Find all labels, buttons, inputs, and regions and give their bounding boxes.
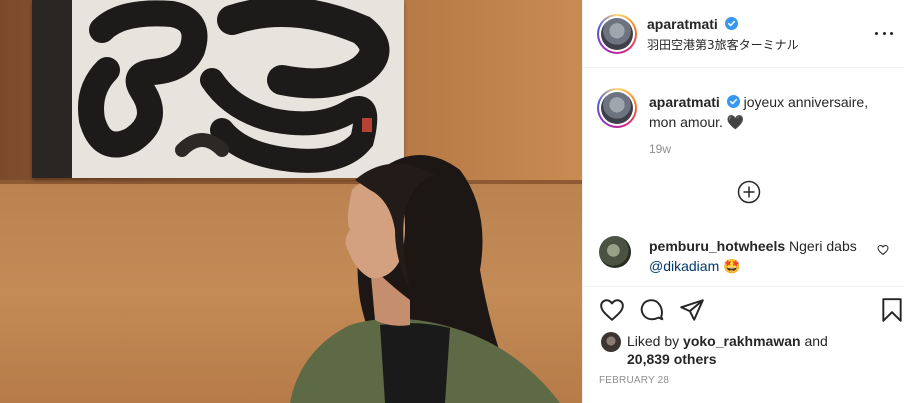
- comment-bubble-icon[interactable]: [639, 297, 665, 323]
- caption-time[interactable]: 19w: [649, 142, 671, 156]
- liker-avatar[interactable]: [601, 332, 621, 352]
- post-side-panel: aparatmati 羽田空港第3旅客ターミナル aparatmati joye…: [582, 0, 904, 403]
- post-photo[interactable]: [0, 0, 582, 403]
- verified-badge-icon: [726, 95, 740, 108]
- likes-others-count[interactable]: 20,839 others: [627, 351, 717, 367]
- likes-summary: Liked by yoko_rakhmawan and 20,839 other…: [583, 332, 904, 368]
- author-avatar[interactable]: [597, 14, 637, 54]
- post-header: aparatmati 羽田空港第3旅客ターミナル: [583, 0, 904, 68]
- instagram-post-view: aparatmati 羽田空港第3旅客ターミナル aparatmati joye…: [0, 0, 904, 403]
- post-date[interactable]: FEBRUARY 28: [599, 375, 669, 386]
- liked-by-prefix: Liked by: [627, 333, 680, 349]
- black-heart-emoji: 🖤: [726, 114, 745, 130]
- woman-figure: [290, 155, 560, 403]
- heart-icon[interactable]: [599, 297, 625, 323]
- likes-text: Liked by yoko_rakhmawan and 20,839 other…: [627, 332, 887, 368]
- commenter-username[interactable]: pemburu_hotwheels: [649, 238, 785, 254]
- plus-circle-icon[interactable]: [737, 180, 761, 204]
- action-bar: [583, 286, 904, 334]
- verified-badge-icon: [724, 17, 738, 30]
- author-name-row: aparatmati: [647, 16, 738, 32]
- artwork-dark-edge: [32, 0, 72, 178]
- liker-username[interactable]: yoko_rakhmawan: [683, 333, 801, 349]
- comment-text: Ngeri dabs: [789, 238, 857, 254]
- star-eyes-emoji: 🤩: [723, 258, 741, 274]
- caption-author-avatar[interactable]: [597, 88, 637, 128]
- paper-plane-icon[interactable]: [679, 297, 705, 323]
- comment-body: pemburu_hotwheels Ngeri dabs @dikadiam 🤩: [649, 236, 869, 276]
- caption-body: aparatmati joyeux anniversaire, mon amou…: [649, 92, 889, 132]
- caption-username[interactable]: aparatmati: [649, 94, 720, 110]
- more-options-icon[interactable]: [875, 24, 893, 42]
- author-username[interactable]: aparatmati: [647, 16, 718, 32]
- comment-item: pemburu_hotwheels Ngeri dabs @dikadiam 🤩: [583, 230, 904, 286]
- likes-joiner: and: [804, 333, 828, 349]
- bookmark-icon[interactable]: [879, 297, 904, 323]
- comment-like-heart-icon[interactable]: [877, 244, 889, 256]
- commenter-avatar[interactable]: [599, 236, 631, 268]
- post-location[interactable]: 羽田空港第3旅客ターミナル: [647, 36, 799, 53]
- comment-mention[interactable]: @dikadiam: [649, 258, 719, 274]
